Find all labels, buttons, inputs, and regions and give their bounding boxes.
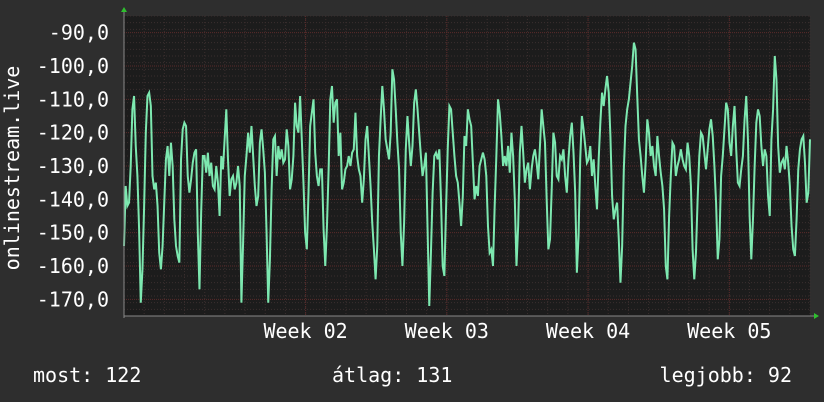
x-tick-label: Week 02: [263, 319, 347, 343]
stats-footer: most: 122 átlag: 131 legjobb: 92: [33, 363, 792, 387]
x-tick-label: Week 04: [546, 319, 630, 343]
y-tick-label: -170,0: [37, 287, 109, 311]
y-tick-label: -120,0: [37, 121, 109, 145]
stat-average: átlag: 131: [332, 363, 452, 387]
y-tick-label: -110,0: [37, 87, 109, 111]
y-tick-label: -130,0: [37, 154, 109, 178]
y-axis-arrow: [121, 7, 127, 12]
x-axis-arrow: [814, 313, 819, 319]
stat-current: most: 122: [33, 363, 141, 387]
x-tick-label: Week 03: [405, 319, 489, 343]
y-tick-label: -90,0: [49, 21, 109, 45]
y-tick-label: -150,0: [37, 221, 109, 245]
y-tick-label: -160,0: [37, 254, 109, 278]
stat-best: legjobb: 92: [660, 363, 792, 387]
y-tick-label: -100,0: [37, 54, 109, 78]
x-tick-label: Week 05: [687, 319, 771, 343]
y-tick-label: -140,0: [37, 187, 109, 211]
line-chart-svg: -90,0 -100,0 -110,0 -120,0 -130,0 -140,0 -150,…: [0, 7, 819, 387]
y-axis-label: onlinestream.live: [0, 66, 24, 271]
chart: -90,0 -100,0 -110,0 -120,0 -130,0 -140,0 -150,…: [0, 0, 824, 402]
